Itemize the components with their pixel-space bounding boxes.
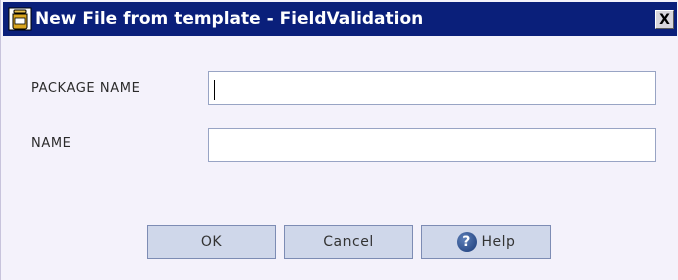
package-name-input[interactable] [208, 71, 656, 105]
help-button[interactable]: ? Help [421, 225, 551, 259]
package-jar-icon [8, 7, 32, 31]
window-title: New File from template - FieldValidation [35, 9, 424, 29]
help-question-icon: ? [456, 232, 477, 252]
new-file-dialog: New File from template - FieldValidation… [0, 0, 678, 280]
ok-button[interactable]: OK [147, 225, 276, 259]
text-caret [214, 80, 215, 100]
name-input[interactable] [208, 128, 656, 162]
cancel-button-label: Cancel [323, 234, 374, 250]
close-icon: X [659, 11, 670, 28]
name-label: NAME [31, 136, 72, 151]
cancel-button[interactable]: Cancel [284, 225, 413, 259]
package-name-label: PACKAGE NAME [31, 81, 141, 96]
ok-button-label: OK [200, 234, 223, 250]
help-button-label: Help [481, 234, 516, 250]
title-bar[interactable]: New File from template - FieldValidation… [3, 2, 677, 36]
close-button[interactable]: X [655, 10, 674, 29]
